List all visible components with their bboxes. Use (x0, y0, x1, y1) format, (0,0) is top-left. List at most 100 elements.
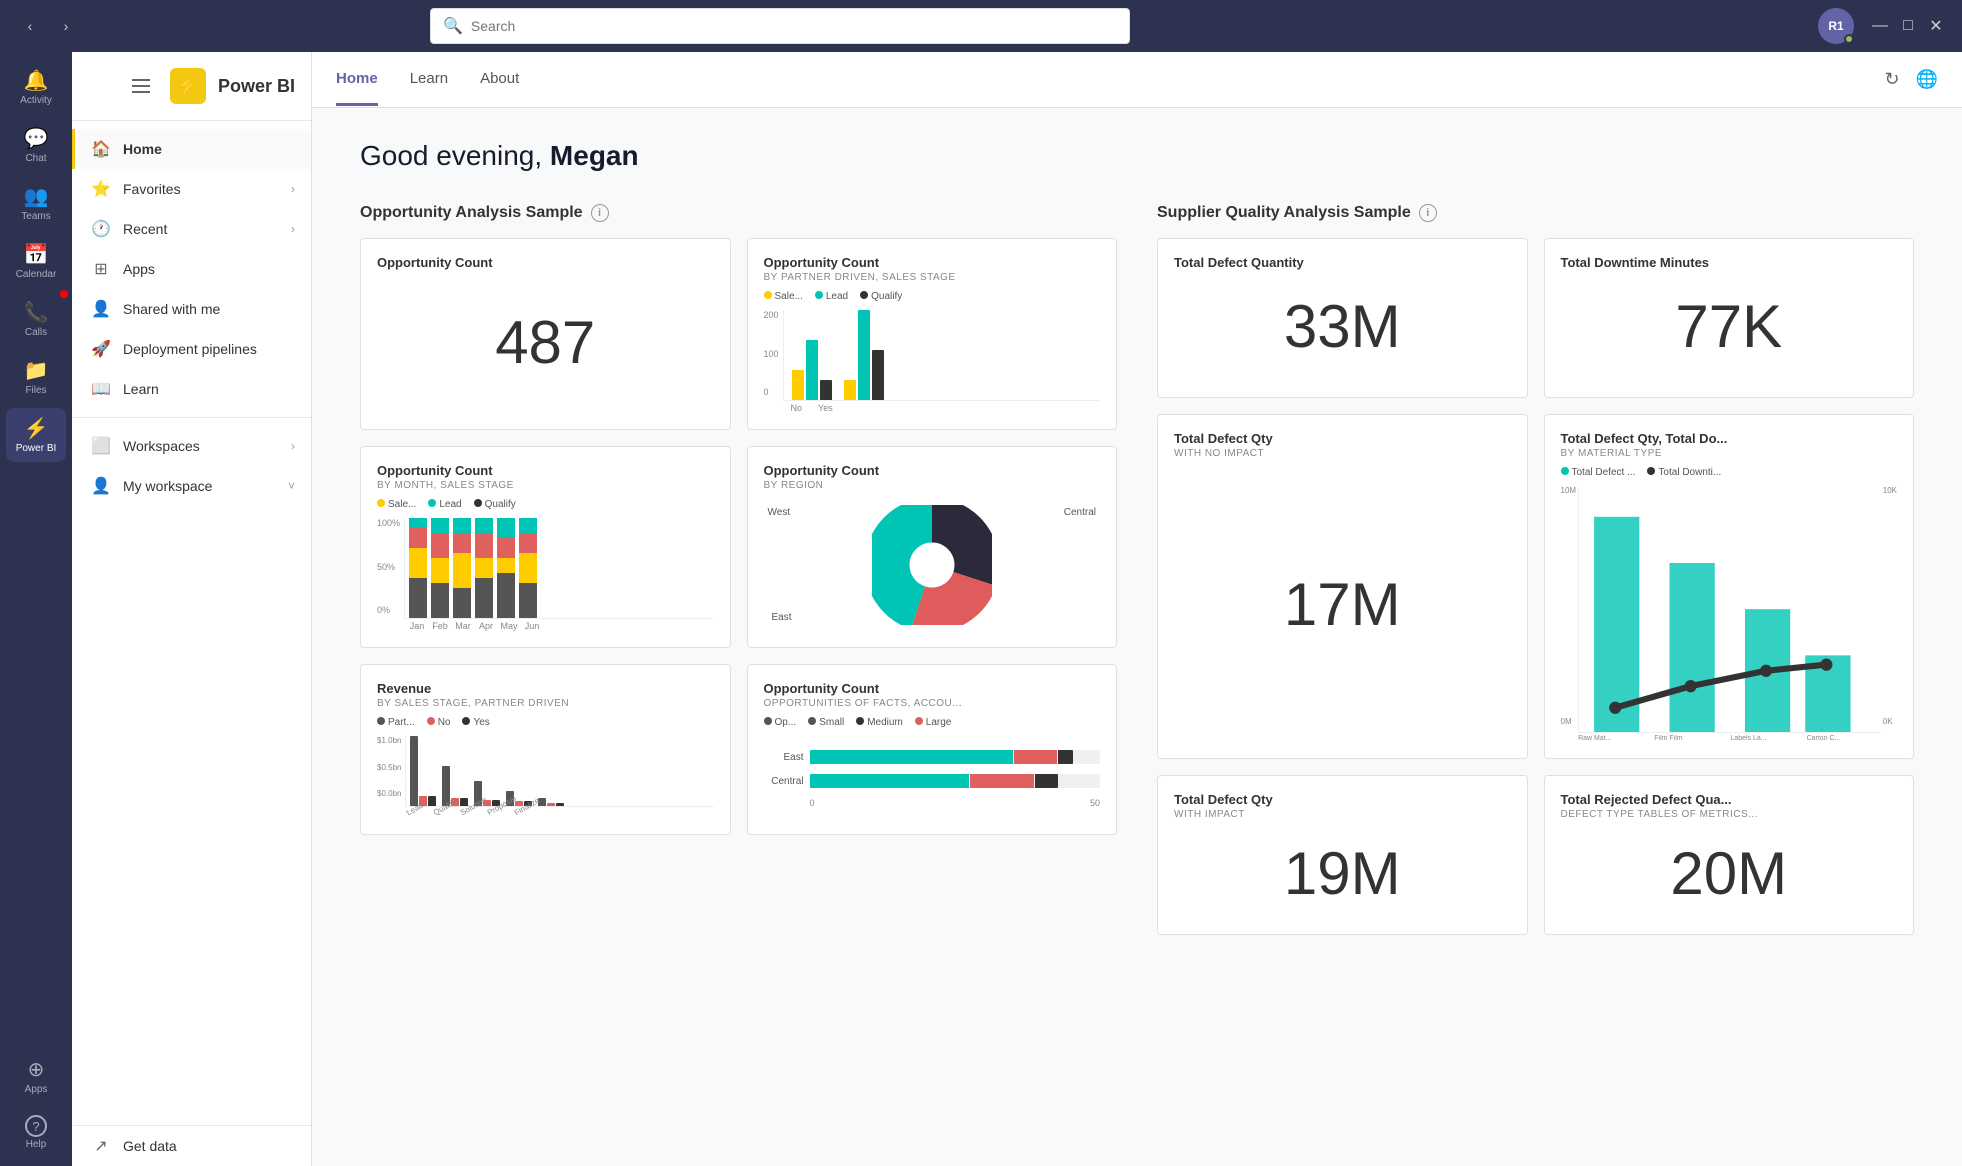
opp-month-chart: 100%50%0% (377, 518, 714, 631)
pbi-app-name: Power BI (218, 76, 295, 97)
card-total-defect[interactable]: Total Defect Quantity 33M (1157, 238, 1528, 398)
opp-month-content: Opportunity Count BY MONTH, SALES STAGE … (377, 463, 714, 631)
partner-bars (783, 310, 1100, 401)
nav-buttons: ‹ › (16, 12, 80, 40)
pbi-nav-favorites[interactable]: ⭐ Favorites › (72, 169, 311, 209)
teams-nav-activity[interactable]: 🔔 Activity (6, 60, 66, 114)
pbi-nav-getdata[interactable]: ↗ Get data (72, 1125, 311, 1166)
teams-nav-teams[interactable]: 👥 Teams (6, 176, 66, 230)
apps-nav-pbi-label: Apps (123, 261, 155, 277)
minimize-button[interactable]: — (1870, 16, 1890, 36)
tab-learn[interactable]: Learn (410, 54, 448, 106)
nav-divider (72, 417, 311, 418)
card-total-downtime[interactable]: Total Downtime Minutes 77K (1544, 238, 1915, 398)
supplier-title-text: Supplier Quality Analysis Sample (1157, 204, 1411, 222)
pbi-nav-recent[interactable]: 🕐 Recent › (72, 209, 311, 249)
help-label: Help (26, 1139, 47, 1150)
teams-nav-calls[interactable]: 📞 Calls (6, 292, 66, 346)
card-defect-no-impact[interactable]: Total Defect Qty WITH NO IMPACT 17M (1157, 414, 1528, 759)
teams-nav-apps[interactable]: ⊕ Apps (6, 1049, 66, 1103)
month-bar-may (497, 518, 515, 618)
bar-group-no (792, 340, 832, 400)
online-badge (1844, 34, 1854, 44)
avatar[interactable]: R1 (1818, 8, 1854, 44)
partner-x-labels: No Yes (783, 403, 1100, 413)
shared-icon: 👤 (91, 299, 111, 319)
pie-svg (872, 505, 992, 625)
defect-impact-number: 19M (1174, 839, 1511, 908)
material-y-left: 10M0M (1561, 486, 1577, 742)
teams-nav-chat[interactable]: 💬 Chat (6, 118, 66, 172)
globe-icon[interactable]: 🌐 (1916, 69, 1938, 90)
teams-sidebar: 🔔 Activity 💬 Chat 👥 Teams 📅 Calendar 📞 C… (0, 52, 72, 1166)
recent-arrow: › (291, 222, 295, 236)
defect-material-legend: Total Defect ... Total Downti... (1561, 467, 1898, 478)
search-input[interactable] (471, 18, 1117, 34)
legend-lead: Lead (815, 291, 848, 302)
supplier-info-icon[interactable]: i (1419, 204, 1437, 222)
material-x-labels: Raw Mat... Film Film Labels La... Carton… (1578, 735, 1881, 742)
defect-material-chart: 10M0M (1561, 486, 1898, 742)
total-downtime-number: 77K (1561, 292, 1898, 361)
tab-about[interactable]: About (480, 54, 519, 106)
card-defect-material[interactable]: Total Defect Qty, Total Do... BY MATERIA… (1544, 414, 1915, 759)
chat-label: Chat (25, 153, 46, 164)
opp-count-title: Opportunity Count (377, 255, 714, 270)
pbi-nav-home[interactable]: 🏠 Home (72, 129, 311, 169)
teams-nav-files[interactable]: 📁 Files (6, 350, 66, 404)
revenue-subtitle: BY SALES STAGE, PARTNER DRIVEN (377, 698, 714, 709)
deployment-icon: 🚀 (91, 339, 111, 359)
card-defect-impact[interactable]: Total Defect Qty WITH IMPACT 19M (1157, 775, 1528, 935)
main-content: Home Learn About ↻ 🌐 Good evening, Megan… (312, 52, 1962, 1166)
card-opp-region[interactable]: Opportunity Count BY REGION (747, 446, 1118, 648)
opportunity-section-title: Opportunity Analysis Sample i (360, 204, 1117, 222)
card-opp-count[interactable]: Opportunity Count 487 (360, 238, 731, 430)
pbi-nav-myworkspace[interactable]: 👤 My workspace ˅ (72, 466, 311, 506)
search-bar[interactable]: 🔍 (430, 8, 1130, 44)
supplier-section: Supplier Quality Analysis Sample i Total… (1157, 204, 1914, 935)
powerbi-label: Power BI (16, 443, 57, 454)
card-rejected-defect[interactable]: Total Rejected Defect Qua... DEFECT TYPE… (1544, 775, 1915, 935)
hamburger-menu[interactable] (124, 71, 158, 101)
x-jun: Jun (521, 621, 543, 631)
card-opp-month[interactable]: Opportunity Count BY MONTH, SALES STAGE … (360, 446, 731, 648)
x-rawmat: Raw Mat... (1578, 735, 1652, 742)
opp-facts-subtitle: OPPORTUNITIES OF FACTS, ACCOU... (764, 698, 1101, 709)
pbi-nav-deployment[interactable]: 🚀 Deployment pipelines (72, 329, 311, 369)
workspaces-icon: ⬜ (91, 436, 111, 456)
revenue-x-labels: Lead Qualify Solution Proposal Finalize (405, 809, 713, 818)
x-label-no: No (791, 403, 803, 413)
refresh-icon[interactable]: ↻ (1884, 69, 1899, 90)
back-button[interactable]: ‹ (16, 12, 44, 40)
close-button[interactable]: ✕ (1926, 16, 1946, 36)
pbi-nav-apps[interactable]: ⊞ Apps (72, 249, 311, 289)
material-svg (1579, 486, 1881, 732)
card-revenue[interactable]: Revenue BY SALES STAGE, PARTNER DRIVEN P… (360, 664, 731, 835)
teams-nav-help[interactable]: ? Help (6, 1107, 66, 1158)
month-bar-mar (453, 518, 471, 618)
window-controls: — □ ✕ (1870, 16, 1946, 36)
app-layout: 🔔 Activity 💬 Chat 👥 Teams 📅 Calendar 📞 C… (0, 52, 1962, 1166)
month-bars (404, 518, 713, 619)
revenue-y-axis: $1.0bn$0.5bn$0.0bn (377, 736, 401, 818)
pbi-nav-shared[interactable]: 👤 Shared with me (72, 289, 311, 329)
opportunity-info-icon[interactable]: i (591, 204, 609, 222)
teams-nav-calendar[interactable]: 📅 Calendar (6, 234, 66, 288)
maximize-button[interactable]: □ (1898, 16, 1918, 36)
card-opp-partner[interactable]: Opportunity Count BY PARTNER DRIVEN, SAL… (747, 238, 1118, 430)
month-bar-apr (475, 518, 493, 618)
month-bar-jan (409, 518, 427, 618)
card-opp-facts[interactable]: Opportunity Count OPPORTUNITIES OF FACTS… (747, 664, 1118, 835)
opp-region-subtitle: BY REGION (764, 480, 1101, 491)
hbar-central-seg3 (1035, 774, 1058, 788)
forward-button[interactable]: › (52, 12, 80, 40)
tab-home[interactable]: Home (336, 54, 378, 106)
pbi-nav-learn[interactable]: 📖 Learn (72, 369, 311, 409)
recent-nav-label: Recent (123, 221, 167, 237)
favorites-arrow: › (291, 182, 295, 196)
legend-small: Small (808, 717, 844, 728)
pbi-nav-workspaces[interactable]: ⬜ Workspaces › (72, 426, 311, 466)
teams-nav-powerbi[interactable]: ⚡ Power BI (6, 408, 66, 462)
legend-yes: Yes (462, 717, 489, 728)
help-icon: ? (25, 1115, 47, 1137)
